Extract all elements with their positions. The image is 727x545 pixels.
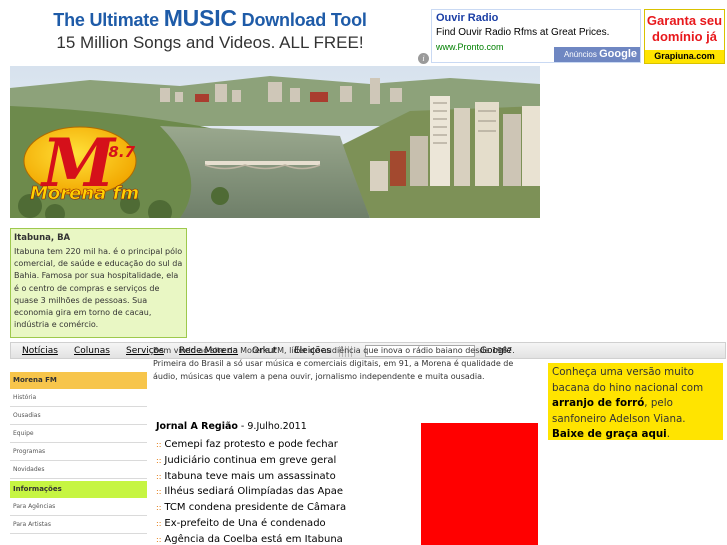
logo-name: Morena fm [30,183,139,204]
ouvir-ad-url[interactable]: www.Pronto.com [436,42,504,52]
sidebar-section-informacoes: Informações [10,481,147,498]
ouvir-radio-ad[interactable]: Ouvir Radio Find Ouvir Radio Rfms at Gre… [431,9,641,63]
ouvir-ad-description: Find Ouvir Radio Rfms at Great Prices. [436,27,610,38]
news-item[interactable]: :: Ilhéus sediará Olimpíadas das Apae [156,484,346,500]
music-ad-subline: 15 Million Songs and Videos. ALL FREE! [56,33,364,52]
city-photo-illustration: M 98.7 Morena fm [10,66,540,218]
news-item[interactable]: :: Judiciário continua em greve geral [156,453,346,469]
welcome-intro-text: Bem vindo ao site da Morena FM, líder de… [153,346,515,381]
sidebar-item-programas[interactable]: Programas [10,443,147,461]
news-section-title: Jornal A Região - 9.Julho.2011 [156,421,307,432]
sidebar-item-ousadias[interactable]: Ousadias [10,407,147,425]
music-ad-headline: The Ultimate MUSIC Download Tool [53,5,367,31]
garanta-ad-line1: Garanta seu [646,13,723,28]
city-info-title: Itabuna, BA [14,233,71,243]
nav-colunas[interactable]: Colunas [74,345,110,357]
promo-text-3: . [666,428,670,440]
nav-noticias[interactable]: Notícias [22,345,58,357]
ouvir-ad-title[interactable]: Ouvir Radio [436,12,498,24]
logo-frequency: 98.7 [98,143,136,161]
ad-info-icon[interactable]: i [418,53,429,64]
news-item[interactable]: :: Agência da Coelba está em Itabuna [156,532,346,545]
hero-city-photo: M 98.7 Morena fm [10,66,540,218]
city-info-body: Itabuna tem 220 mil ha. é o principal pó… [14,247,183,330]
city-info-box: Itabuna, BA Itabuna tem 220 mil ha. é o … [10,228,187,338]
sidebar-item-novidades[interactable]: Novidades [10,461,147,479]
music-download-ad[interactable]: The Ultimate MUSIC Download Tool 15 Mill… [10,6,410,62]
hino-forro-promo[interactable]: Conheça uma versão muito bacana do hino … [548,363,723,440]
sidebar-item-equipe[interactable]: Equipe [10,425,147,443]
sidebar-item-historia[interactable]: História [10,389,147,407]
news-list: :: Cemepi faz protesto e pode fechar :: Ju… [156,437,346,545]
promo-text-1: Conheça uma versão muito bacana do hino … [552,366,704,394]
promo-download-link[interactable]: Baixe de graça aqui [552,428,667,440]
top-banner: The Ultimate MUSIC Download Tool 15 Mill… [0,0,727,66]
news-item[interactable]: :: TCM condena presidente de Câmara [156,500,346,516]
news-item[interactable]: :: Ex-prefeito de Una é condenado [156,516,346,532]
grapiuna-domain-ad[interactable]: Garanta seu domínio já Grapiuna.com [644,9,725,64]
promo-bold-1: arranjo de forró [552,397,645,409]
left-sidebar: Morena FM História Ousadias Equipe Progr… [10,372,147,545]
news-item[interactable]: :: Itabuna teve mais um assassinato [156,469,346,485]
red-ad-placeholder [421,423,538,545]
garanta-ad-line2: domínio já [652,29,717,44]
sidebar-item-para-agencias[interactable]: Para Agências [10,498,147,516]
news-item[interactable]: :: Cemepi faz protesto e pode fechar [156,437,346,453]
garanta-ad-site: Grapiuna.com [645,50,724,63]
sidebar-section-morena-fm: Morena FM [10,372,147,389]
sidebar-item-para-artistas[interactable]: Para Artistas [10,516,147,534]
google-ads-badge[interactable]: Anúncios Google [554,47,640,62]
